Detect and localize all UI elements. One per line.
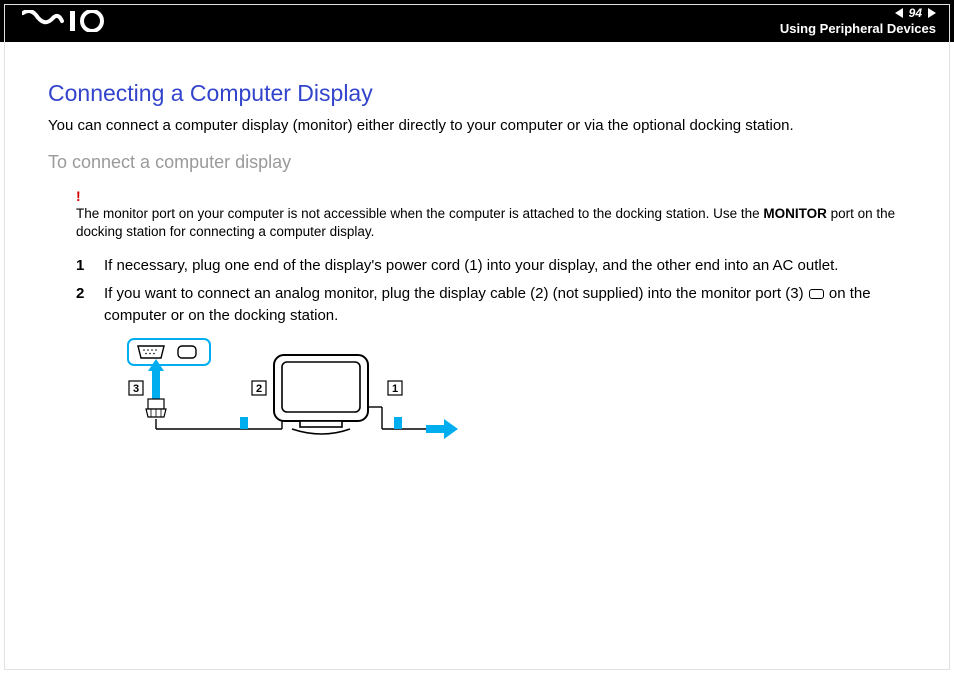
note-bold: MONITOR [763, 206, 827, 221]
step-number: 2 [76, 283, 90, 327]
step-text-pre: If you want to connect an analog monitor… [104, 285, 808, 302]
page-nav: 94 [895, 6, 936, 20]
warning-text: The monitor port on your computer is not… [76, 205, 906, 241]
intro-text: You can connect a computer display (moni… [48, 117, 906, 134]
label-3: 3 [133, 383, 139, 395]
warning-note: ! The monitor port on your computer is n… [76, 189, 906, 241]
steps-list: 1 If necessary, plug one end of the disp… [48, 255, 906, 326]
prev-page-icon[interactable] [895, 8, 903, 18]
step-number: 1 [76, 255, 90, 277]
section-title: Using Peripheral Devices [780, 21, 936, 36]
monitor-port-icon [809, 289, 824, 299]
vaio-logo [22, 10, 114, 32]
subtitle: To connect a computer display [48, 152, 906, 173]
step-text: If you want to connect an analog monitor… [104, 283, 906, 327]
step-text: If necessary, plug one end of the displa… [104, 255, 906, 277]
label-2: 2 [256, 383, 262, 395]
page-content: Connecting a Computer Display You can co… [0, 42, 954, 447]
header-bar: 94 Using Peripheral Devices [0, 0, 954, 42]
next-page-icon[interactable] [928, 8, 936, 18]
step-item: 1 If necessary, plug one end of the disp… [48, 255, 906, 277]
header-right: 94 Using Peripheral Devices [780, 6, 936, 36]
step-item: 2 If you want to connect an analog monit… [48, 283, 906, 327]
page-number: 94 [909, 6, 922, 20]
warning-icon: ! [76, 189, 906, 203]
page-title: Connecting a Computer Display [48, 80, 906, 107]
connection-diagram: 3 2 [124, 337, 906, 447]
label-1: 1 [392, 383, 398, 395]
note-pre: The monitor port on your computer is not… [76, 206, 763, 221]
